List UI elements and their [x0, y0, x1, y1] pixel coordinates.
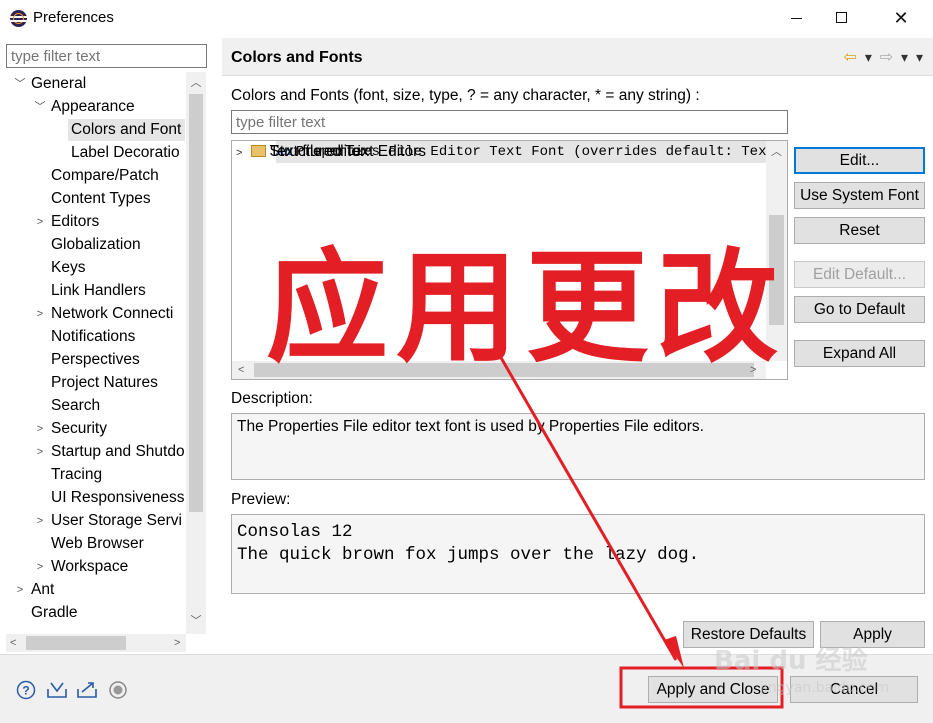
use-system-font-button[interactable]: Use System Font — [794, 182, 925, 209]
expand-chevron-icon[interactable]: > — [34, 303, 46, 325]
preview-label: Preview: — [231, 491, 291, 508]
edit-default-button[interactable]: Edit Default... — [794, 261, 925, 288]
tree-item-content-types[interactable]: Content Types — [48, 188, 155, 210]
window-title: Preferences — [33, 9, 114, 26]
maximize-button[interactable] — [819, 0, 865, 36]
scroll-left-icon[interactable]: < — [238, 361, 244, 379]
scroll-right-icon[interactable]: > — [174, 634, 180, 652]
back-menu-chevron-icon[interactable]: ▾ — [865, 49, 872, 65]
tree-item-project-natures[interactable]: Project Natures — [48, 372, 162, 394]
colors-filter-input[interactable] — [231, 110, 788, 134]
tree-item-ant[interactable]: Ant — [28, 579, 58, 601]
view-menu-icon[interactable]: ▾ — [916, 49, 923, 65]
description-label: Description: — [231, 390, 313, 407]
scroll-up-icon[interactable]: ︿ — [766, 143, 787, 159]
tree-vertical-scrollbar[interactable]: ︿ ﹀ — [186, 72, 206, 634]
folder-icon — [251, 145, 267, 157]
minimize-button[interactable] — [773, 0, 819, 36]
go-to-default-button[interactable]: Go to Default — [794, 296, 925, 323]
collapse-chevron-icon[interactable]: ﹀ — [14, 73, 26, 95]
scroll-down-icon[interactable]: ﹀ — [186, 612, 206, 628]
annotation-arrow-line — [498, 355, 678, 661]
scroll-left-icon[interactable]: < — [10, 634, 16, 652]
watermark: Bai du 经验 — [714, 646, 868, 676]
tree-item-network-connecti[interactable]: Network Connecti — [48, 303, 177, 325]
tree-item-gradle[interactable]: Gradle — [28, 602, 82, 624]
tree-item-ui-responsiveness[interactable]: UI Responsiveness — [48, 487, 189, 509]
tree-item-web-browser[interactable]: Web Browser — [48, 533, 148, 555]
expand-chevron-icon[interactable]: > — [236, 147, 245, 159]
description-box: The Properties File editor text font is … — [231, 413, 925, 480]
tree-item-perspectives[interactable]: Perspectives — [48, 349, 144, 371]
tree-item-notifications[interactable]: Notifications — [48, 326, 139, 348]
color-item-label: Text file editor — [269, 143, 366, 160]
back-arrow-icon[interactable]: ⇦ — [844, 49, 857, 66]
svg-text:?: ? — [22, 684, 29, 698]
watermark-url: jingyan.baidu.com — [760, 680, 890, 696]
apply-and-close-button[interactable]: Apply and Close — [648, 676, 778, 703]
expand-all-button[interactable]: Expand All — [794, 340, 925, 367]
expand-chevron-icon[interactable]: > — [34, 418, 46, 440]
tree-item-globalization[interactable]: Globalization — [48, 234, 145, 256]
help-icon[interactable]: ? — [16, 680, 36, 700]
tree-item-appearance[interactable]: Appearance — [48, 96, 139, 118]
preference-tree: ﹀ General ﹀ Appearance Colors and Font Label … — [6, 72, 206, 634]
tree-item-keys[interactable]: Keys — [48, 257, 89, 279]
export-icon[interactable] — [76, 680, 97, 700]
scroll-up-icon[interactable]: ︿ — [186, 74, 206, 90]
page-header: Colors and Fonts ⇦ ▾ ⇨ ▾ ▾ — [222, 38, 933, 76]
forward-arrow-icon[interactable]: ⇨ — [880, 49, 893, 66]
record-icon[interactable] — [108, 680, 128, 700]
page-title: Colors and Fonts — [231, 49, 363, 66]
expand-chevron-icon[interactable]: > — [34, 441, 46, 463]
collapse-chevron-icon[interactable]: ﹀ — [34, 96, 46, 118]
tree-item-user-storage-servi[interactable]: User Storage Servi — [48, 510, 186, 532]
page-navigation: ⇦ ▾ ⇨ ▾ ▾ — [840, 47, 923, 67]
forward-menu-chevron-icon[interactable]: ▾ — [901, 49, 908, 65]
tree-item-colors-and-font[interactable]: Colors and Font — [68, 119, 186, 141]
colors-fonts-label: Colors and Fonts (font, size, type, ? = … — [231, 87, 700, 104]
tree-item-general[interactable]: General — [28, 73, 90, 95]
tree-item-startup-and-shutdo[interactable]: Startup and Shutdo — [48, 441, 189, 463]
tree-item-compare-patch[interactable]: Compare/Patch — [48, 165, 163, 187]
tree-item-workspace[interactable]: Workspace — [48, 556, 132, 578]
scroll-thumb[interactable] — [189, 94, 203, 512]
preview-line: Consolas 12 — [237, 522, 353, 542]
tree-item-label-decoratio[interactable]: Label Decoratio — [68, 142, 184, 164]
tree-item-link-handlers[interactable]: Link Handlers — [48, 280, 150, 302]
preview-box: Consolas 12 The quick brown fox jumps ov… — [231, 514, 925, 594]
tree-item-search[interactable]: Search — [48, 395, 104, 417]
expand-chevron-icon[interactable]: > — [14, 579, 26, 601]
preview-line: The quick brown fox jumps over the lazy … — [237, 545, 700, 565]
color-font-item[interactable]: > Text file editor — [236, 141, 365, 163]
eclipse-icon — [10, 10, 27, 27]
annotation-text: 应用更改 — [266, 237, 786, 379]
title-bar: Preferences ✕ — [0, 0, 933, 36]
edit-button[interactable]: Edit... — [794, 147, 925, 174]
tree-filter-input[interactable] — [6, 44, 207, 68]
reset-button[interactable]: Reset — [794, 217, 925, 244]
import-icon[interactable] — [46, 680, 67, 700]
tree-item-tracing[interactable]: Tracing — [48, 464, 106, 486]
expand-chevron-icon[interactable]: > — [34, 510, 46, 532]
tree-item-editors[interactable]: Editors — [48, 211, 103, 233]
close-button[interactable]: ✕ — [878, 0, 924, 36]
expand-chevron-icon[interactable]: > — [34, 211, 46, 233]
scroll-thumb[interactable] — [26, 636, 126, 650]
tree-item-security[interactable]: Security — [48, 418, 111, 440]
tree-horizontal-scrollbar[interactable]: < > — [6, 634, 186, 652]
expand-chevron-icon[interactable]: > — [34, 556, 46, 578]
